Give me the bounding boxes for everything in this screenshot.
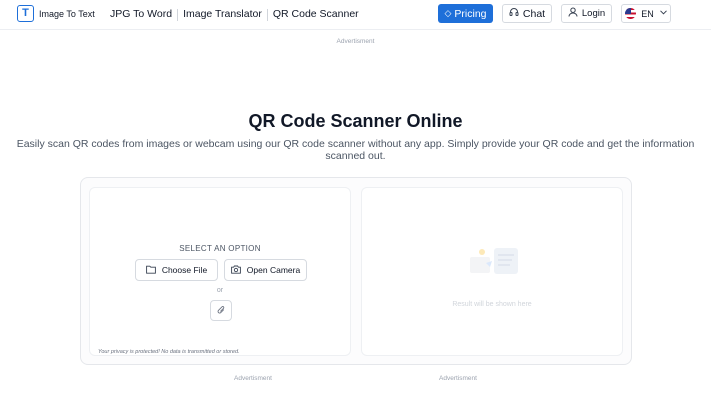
nav-divider (266, 9, 268, 21)
privacy-notice: Your privacy is protected! No data is tr… (98, 349, 240, 355)
or-separator: or (216, 287, 224, 294)
ad-label-bottom-left: Advertisment (234, 375, 272, 382)
diamond-icon: ◇ (444, 8, 452, 18)
chevron-down-icon (659, 10, 667, 17)
result-illustration-icon (468, 245, 520, 277)
headset-icon (509, 7, 519, 20)
open-camera-button[interactable]: Open Camera (224, 259, 307, 281)
open-camera-label: Open Camera (246, 265, 301, 275)
choose-file-label: Choose File (161, 265, 208, 275)
nav-link-qr-code-scanner[interactable]: QR Code Scanner (273, 8, 359, 21)
pricing-label: Pricing (454, 7, 487, 20)
logo-icon: T (17, 5, 34, 22)
language-selector[interactable]: EN (621, 4, 671, 23)
upload-card: SELECT AN OPTION Choose File Open Camera… (89, 187, 351, 356)
result-card: Result will be shown here (361, 187, 623, 356)
main-nav: JPG To Word Image Translator QR Code Sca… (110, 8, 359, 21)
page-subtitle: Easily scan QR codes from images or webc… (16, 138, 695, 162)
login-button[interactable]: Login (561, 4, 612, 23)
paperclip-icon (217, 305, 226, 317)
nav-link-image-translator[interactable]: Image Translator (183, 8, 262, 21)
site-header: T Image To Text JPG To Word Image Transl… (0, 0, 711, 30)
chat-label: Chat (522, 7, 546, 20)
login-label: Login (581, 8, 606, 19)
logo[interactable]: T Image To Text (17, 5, 95, 22)
logo-text: Image To Text (39, 8, 95, 19)
nav-link-jpg-to-word[interactable]: JPG To Word (110, 8, 172, 21)
choose-file-button[interactable]: Choose File (135, 259, 218, 281)
language-label: EN (641, 8, 654, 19)
user-icon (568, 7, 578, 20)
nav-divider (177, 9, 179, 21)
result-placeholder: Result will be shown here (452, 301, 532, 308)
pricing-button[interactable]: ◇ Pricing (438, 4, 493, 23)
us-flag-icon (625, 8, 637, 19)
scanner-panel: SELECT AN OPTION Choose File Open Camera… (80, 177, 632, 365)
select-option-label: SELECT AN OPTION (179, 244, 261, 253)
chat-button[interactable]: Chat (502, 4, 552, 23)
folder-icon (145, 265, 156, 276)
ad-label-top: Advertisment (336, 38, 375, 45)
page-title: QR Code Scanner Online (248, 111, 463, 131)
camera-icon (230, 265, 241, 276)
ad-label-bottom-right: Advertisment (439, 375, 477, 382)
paste-button[interactable] (210, 300, 232, 321)
